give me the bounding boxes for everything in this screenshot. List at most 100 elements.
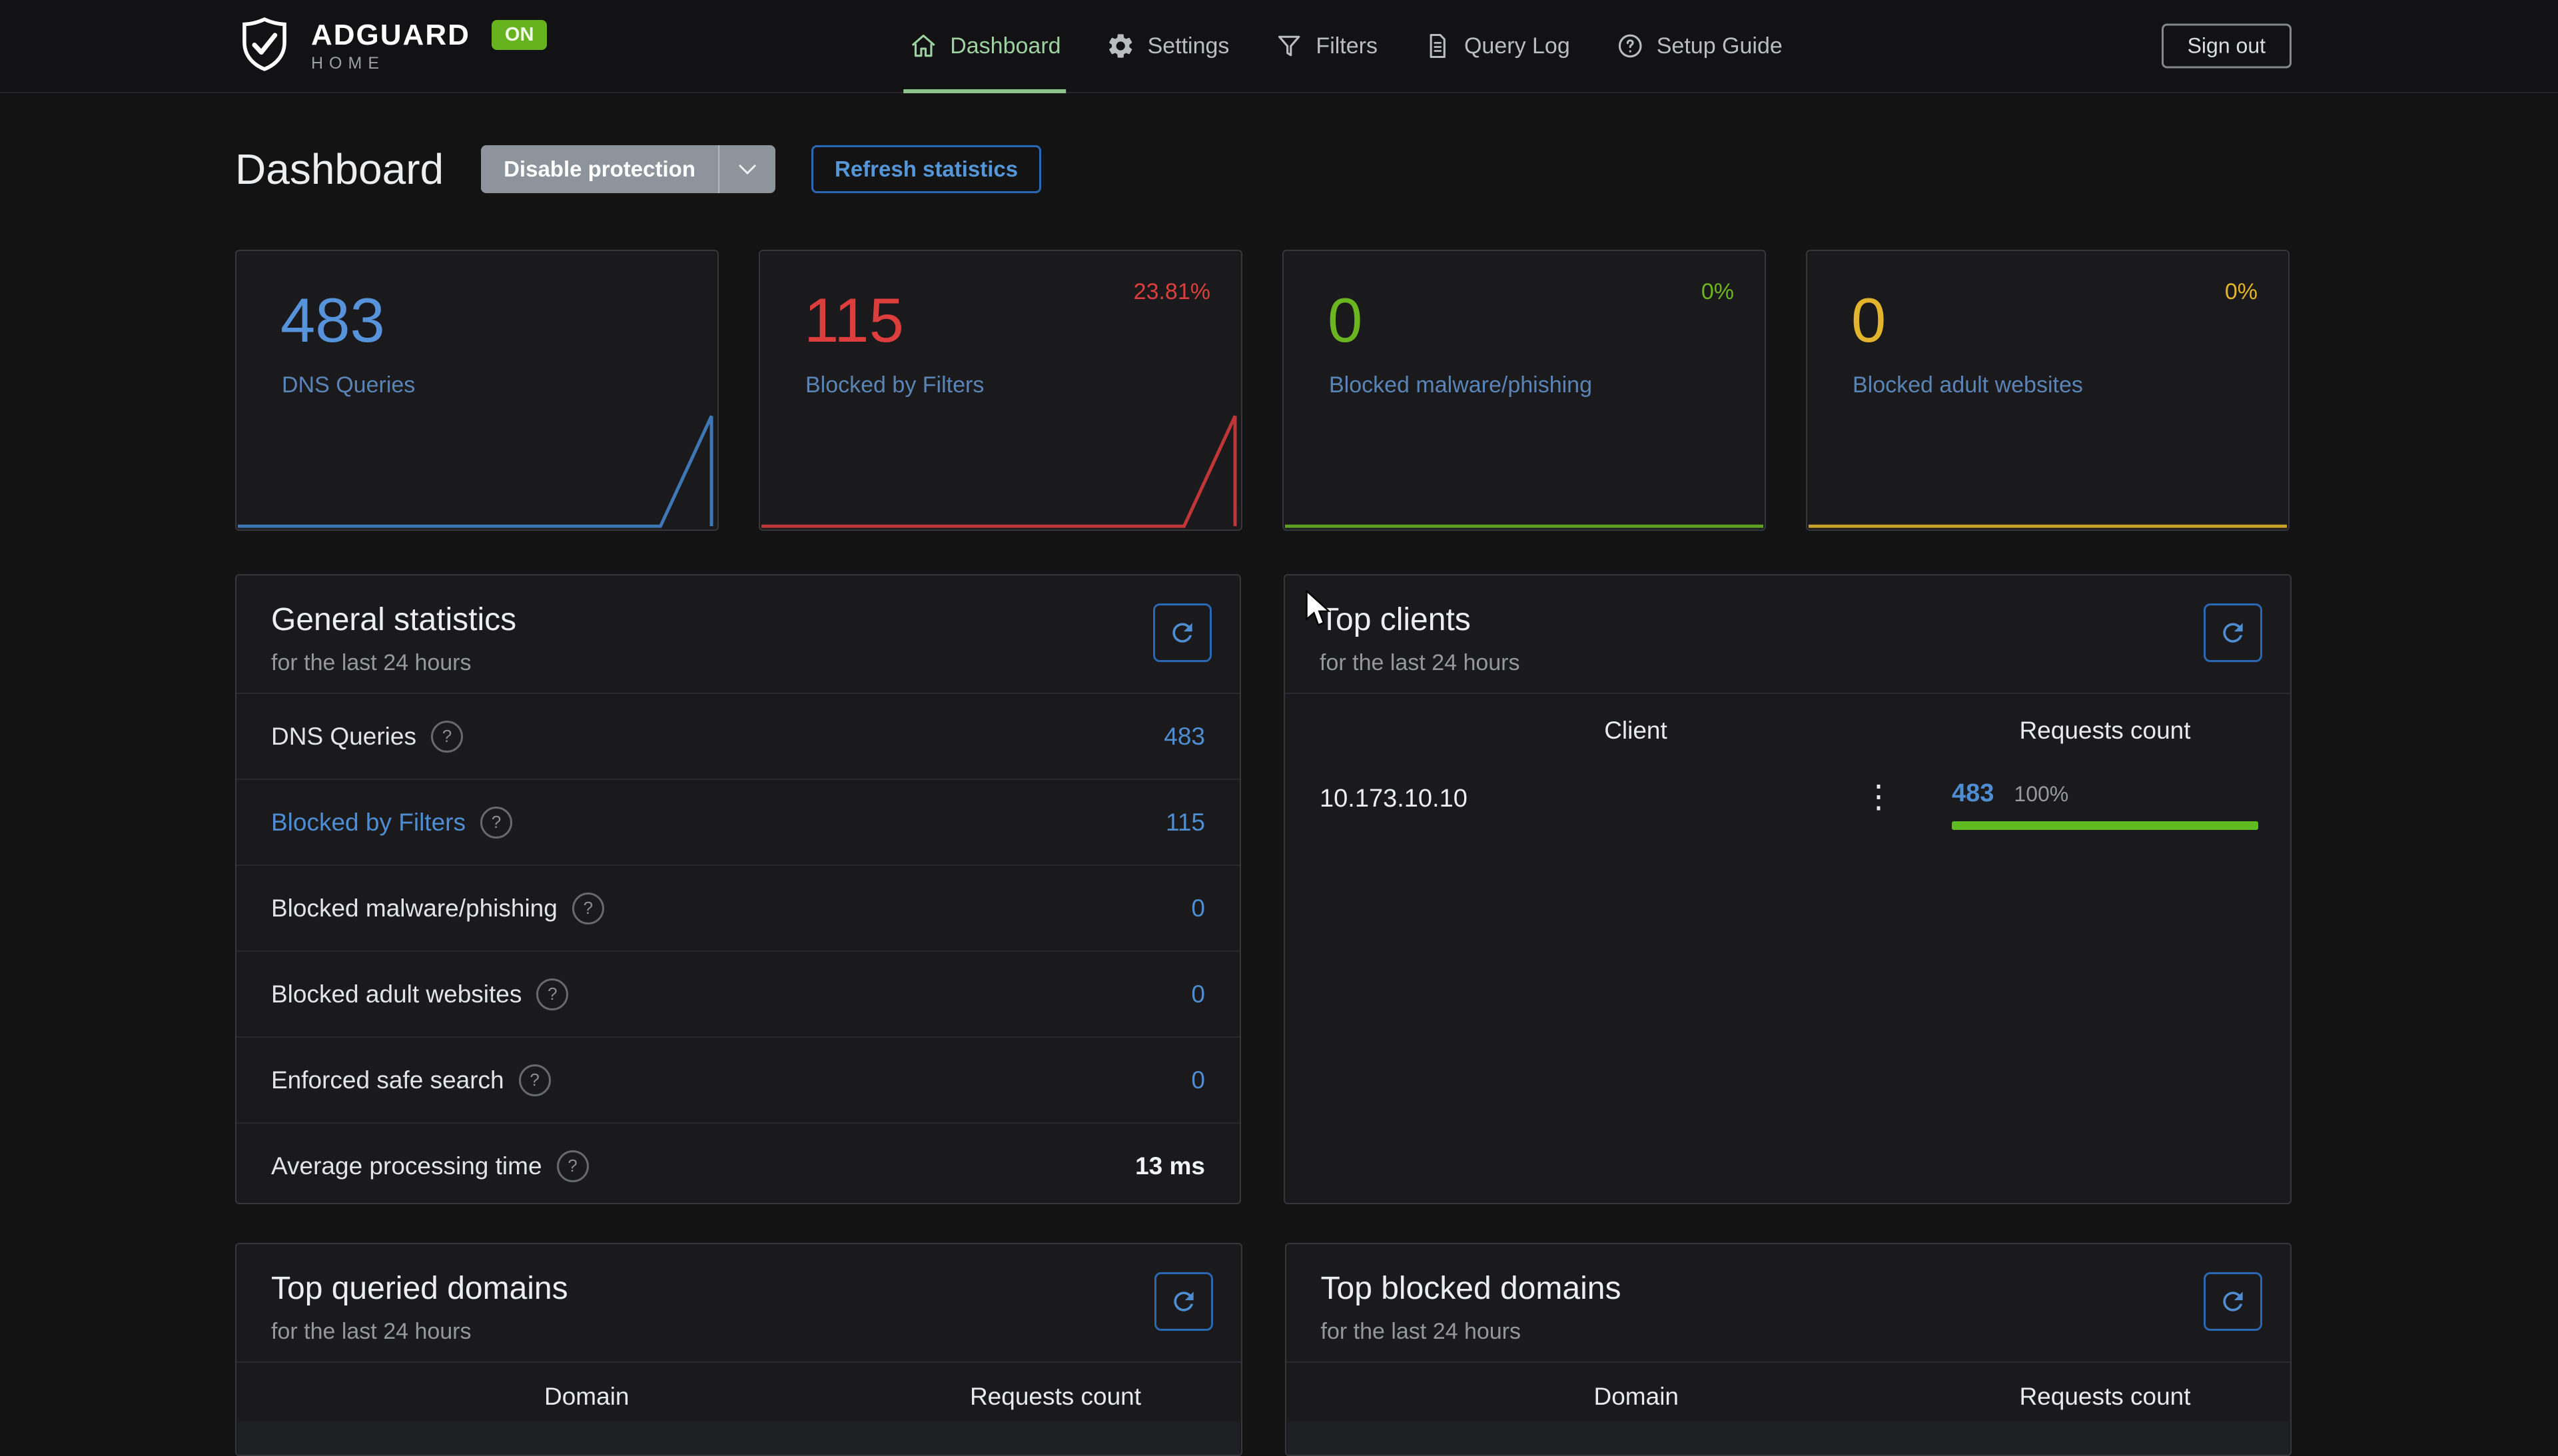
help-icon[interactable]: ?: [557, 1150, 589, 1182]
row-value: 483: [1164, 723, 1205, 751]
nav-label: Dashboard: [950, 33, 1061, 59]
refresh-top-queried-button[interactable]: [1154, 1272, 1213, 1331]
panel-title: Top queried domains: [271, 1270, 1206, 1308]
client-ip[interactable]: 10.173.10.10: [1320, 779, 1863, 813]
stat-card-blocked-adult: 0% 0 Blocked adult websites: [1806, 250, 2290, 531]
row-value: 0: [1191, 895, 1205, 922]
protection-status-badge: ON: [492, 20, 548, 50]
refresh-top-blocked-button[interactable]: [2204, 1272, 2262, 1331]
panel-subtitle: for the last 24 hours: [271, 650, 1205, 676]
column-header-client: Client: [1320, 717, 1952, 745]
panel-title: Top clients: [1320, 601, 2256, 639]
nav-label: Setup Guide: [1657, 33, 1783, 59]
stat-value: 0: [1851, 286, 1886, 354]
stat-value: 115: [804, 286, 904, 354]
stat-card-blocked-by-filters: 23.81% 115 Blocked by Filters: [759, 250, 1242, 531]
table-row-stripe: [238, 1421, 1240, 1456]
disable-protection-dropdown[interactable]: [718, 145, 775, 193]
row-value: 13 ms: [1135, 1152, 1205, 1180]
stat-percent: 0%: [1701, 279, 1734, 305]
requests-count[interactable]: 483: [1952, 779, 1994, 808]
column-header-requests: Requests count: [1952, 717, 2258, 745]
stat-value: 0: [1328, 286, 1362, 354]
stat-row-blocked-malware: Blocked malware/phishing ? 0: [236, 866, 1240, 952]
stat-value: 483: [280, 286, 385, 354]
nav-filters[interactable]: Filters: [1274, 0, 1378, 92]
nav-query-log[interactable]: Query Log: [1423, 0, 1570, 92]
sign-out-button[interactable]: Sign out: [2162, 24, 2292, 69]
stat-label: Blocked by Filters: [805, 372, 984, 398]
nav-dashboard[interactable]: Dashboard: [909, 0, 1061, 92]
stat-label: Blocked malware/phishing: [1329, 372, 1592, 398]
question-circle-icon: [1615, 31, 1645, 61]
refresh-icon: [2218, 618, 2248, 647]
funnel-icon: [1274, 31, 1304, 61]
panel-subtitle: for the last 24 hours: [271, 1319, 1206, 1345]
top-blocked-domains-header: Top blocked domains for the last 24 hour…: [1286, 1244, 2291, 1363]
stat-percent: 0%: [2225, 279, 2258, 305]
top-clients-header: Top clients for the last 24 hours: [1285, 575, 2290, 694]
row-label: DNS Queries: [271, 723, 416, 751]
chevron-down-icon: [737, 163, 757, 175]
middle-panels-row: General statistics for the last 24 hours…: [235, 574, 2292, 1204]
refresh-icon: [1169, 1287, 1198, 1316]
stat-row-dns-queries: DNS Queries ? 483: [236, 694, 1240, 780]
gear-icon: [1106, 31, 1136, 61]
help-icon[interactable]: ?: [480, 807, 512, 839]
panel-subtitle: for the last 24 hours: [1321, 1319, 2256, 1345]
column-header-domain: Domain: [271, 1383, 903, 1411]
refresh-statistics-button[interactable]: Refresh statistics: [811, 145, 1041, 193]
top-blocked-column-headers: Domain Requests count: [1286, 1383, 2291, 1411]
refresh-icon: [2218, 1287, 2248, 1316]
row-label: Enforced safe search: [271, 1066, 504, 1094]
row-value: 0: [1191, 980, 1205, 1008]
help-icon[interactable]: ?: [572, 893, 604, 924]
disable-protection-label: Disable protection: [481, 145, 718, 193]
top-clients-panel: Top clients for the last 24 hours Client…: [1284, 574, 2292, 1204]
brand-name: ADGUARD: [311, 21, 470, 50]
top-clients-column-headers: Client Requests count: [1285, 717, 2290, 745]
refresh-general-statistics-button[interactable]: [1153, 603, 1212, 662]
shield-logo-icon: [235, 15, 294, 77]
brand-subtitle: HOME: [311, 55, 547, 72]
row-label-link[interactable]: Blocked by Filters: [271, 809, 466, 837]
top-queried-domains-panel: Top queried domains for the last 24 hour…: [235, 1243, 1242, 1456]
top-queried-column-headers: Domain Requests count: [236, 1383, 1241, 1411]
panel-title: General statistics: [271, 601, 1205, 639]
general-statistics-header: General statistics for the last 24 hours: [236, 575, 1240, 694]
refresh-icon: [1168, 618, 1197, 647]
stat-percent: 23.81%: [1134, 279, 1210, 305]
nav-label: Settings: [1148, 33, 1230, 59]
document-icon: [1423, 31, 1452, 61]
requests-percent: 100%: [2014, 782, 2068, 807]
nav-label: Query Log: [1464, 33, 1570, 59]
stat-row-blocked-adult: Blocked adult websites ? 0: [236, 952, 1240, 1038]
panel-title: Top blocked domains: [1321, 1270, 2256, 1308]
stat-row-safe-search: Enforced safe search ? 0: [236, 1038, 1240, 1124]
page-title: Dashboard: [235, 148, 444, 190]
column-header-requests: Requests count: [1952, 1383, 2258, 1411]
row-label: Average processing time: [271, 1152, 542, 1180]
adguard-logo: ADGUARD ON HOME: [235, 0, 547, 92]
mouse-cursor: [1300, 590, 1336, 629]
help-icon[interactable]: ?: [431, 721, 463, 753]
stat-cards-row: 483 DNS Queries 23.81% 115 Blocked by Fi…: [235, 250, 2292, 531]
row-label: Blocked malware/phishing: [271, 895, 558, 922]
stat-label: DNS Queries: [282, 372, 415, 398]
help-icon[interactable]: ?: [536, 978, 568, 1010]
refresh-top-clients-button[interactable]: [2204, 603, 2262, 662]
help-icon[interactable]: ?: [519, 1064, 551, 1096]
row-label: Blocked adult websites: [271, 980, 522, 1008]
nav-setup-guide[interactable]: Setup Guide: [1615, 0, 1783, 92]
stat-label: Blocked adult websites: [1853, 372, 2083, 398]
stat-card-blocked-malware: 0% 0 Blocked malware/phishing: [1282, 250, 1766, 531]
nav-settings[interactable]: Settings: [1106, 0, 1230, 92]
requests-progress-bar: [1952, 821, 2258, 830]
stat-row-blocked-by-filters: Blocked by Filters ? 115: [236, 780, 1240, 866]
main-nav: Dashboard Settings Filters Query Log: [909, 0, 1783, 92]
table-row-stripe: [1288, 1421, 2290, 1456]
nav-label: Filters: [1316, 33, 1378, 59]
disable-protection-button[interactable]: Disable protection: [481, 145, 775, 193]
top-clients-row: 10.173.10.10 ⋮ 483 100%: [1285, 779, 2290, 830]
kebab-menu-icon[interactable]: ⋮: [1863, 779, 1895, 814]
